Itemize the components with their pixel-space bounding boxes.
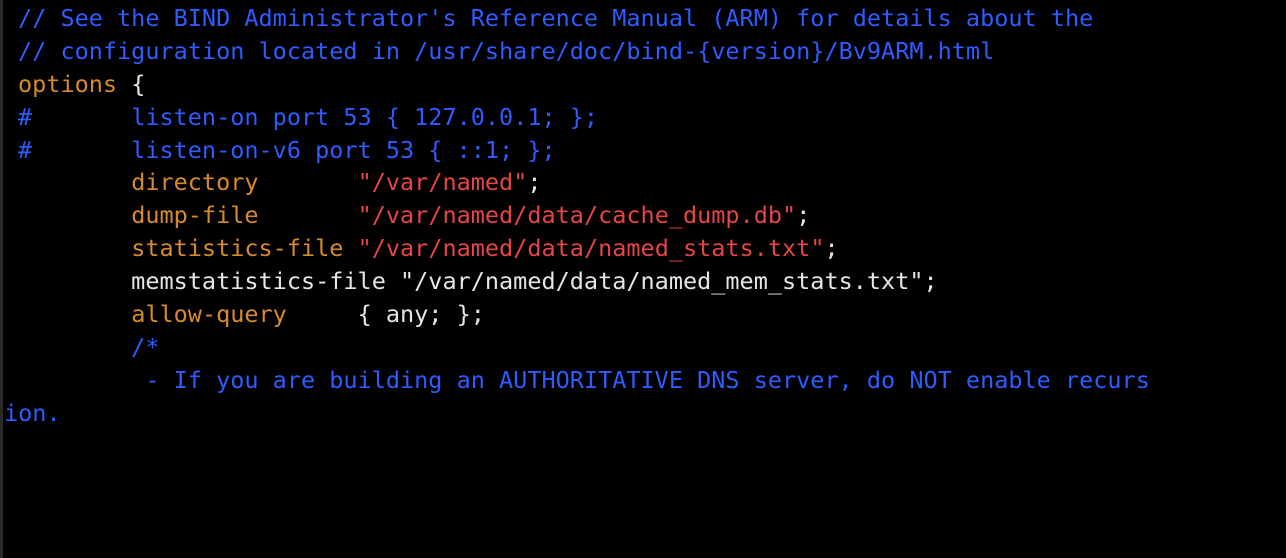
- keyword-options: options: [18, 70, 117, 98]
- string-value: "/var/named/data/named_stats.txt": [358, 234, 825, 262]
- code-line: ion.: [4, 397, 1286, 430]
- code-line: # listen-on-v6 port 53 { ::1; };: [4, 134, 1286, 167]
- hash-comment: #: [18, 103, 32, 131]
- code-line: // configuration located in /usr/share/d…: [4, 35, 1286, 68]
- comment-text: // See the BIND Administrator's Referenc…: [18, 4, 1093, 32]
- comment-text: listen-on-v6 port 53 { ::1; };: [32, 136, 555, 164]
- indent: [18, 168, 131, 196]
- indent: [18, 300, 131, 328]
- keyword-statsfile: statistics-file: [131, 234, 343, 262]
- string-value: "/var/named/data/cache_dump.db": [358, 201, 797, 229]
- code-line: options {: [4, 68, 1286, 101]
- code-editor[interactable]: // See the BIND Administrator's Referenc…: [0, 0, 1286, 430]
- editor-gutter: [0, 0, 3, 558]
- hash-comment: #: [18, 136, 32, 164]
- code-line: // See the BIND Administrator's Referenc…: [4, 2, 1286, 35]
- semicolon: ;: [824, 234, 838, 262]
- code-line: statistics-file "/var/named/data/named_s…: [4, 232, 1286, 265]
- comment-text: listen-on port 53 { 127.0.0.1; };: [32, 103, 598, 131]
- code-line: # listen-on port 53 { 127.0.0.1; };: [4, 101, 1286, 134]
- pad: [343, 234, 357, 262]
- code-line: /*: [4, 331, 1286, 364]
- comment-text: // configuration located in /usr/share/d…: [18, 37, 994, 65]
- code-line: - If you are building an AUTHORITATIVE D…: [4, 364, 1286, 397]
- brace: {: [117, 70, 145, 98]
- code-line: directory "/var/named";: [4, 166, 1286, 199]
- semicolon: ;: [527, 168, 541, 196]
- pad: [259, 168, 358, 196]
- indent: [18, 234, 131, 262]
- plain-rest: { any; };: [287, 300, 485, 328]
- keyword-dumpfile: dump-file: [131, 201, 258, 229]
- block-comment-fragment: ion.: [4, 399, 61, 427]
- keyword-allowquery: allow-query: [131, 300, 287, 328]
- block-comment-open: /*: [18, 333, 159, 361]
- code-line: dump-file "/var/named/data/cache_dump.db…: [4, 199, 1286, 232]
- code-line: memstatistics-file "/var/named/data/name…: [4, 265, 1286, 298]
- block-comment-line: - If you are building an AUTHORITATIVE D…: [18, 366, 1150, 394]
- string-value: "/var/named": [358, 168, 528, 196]
- plain-line: memstatistics-file "/var/named/data/name…: [18, 267, 938, 295]
- indent: [18, 201, 131, 229]
- pad: [259, 201, 358, 229]
- code-line: allow-query { any; };: [4, 298, 1286, 331]
- keyword-directory: directory: [131, 168, 258, 196]
- semicolon: ;: [796, 201, 810, 229]
